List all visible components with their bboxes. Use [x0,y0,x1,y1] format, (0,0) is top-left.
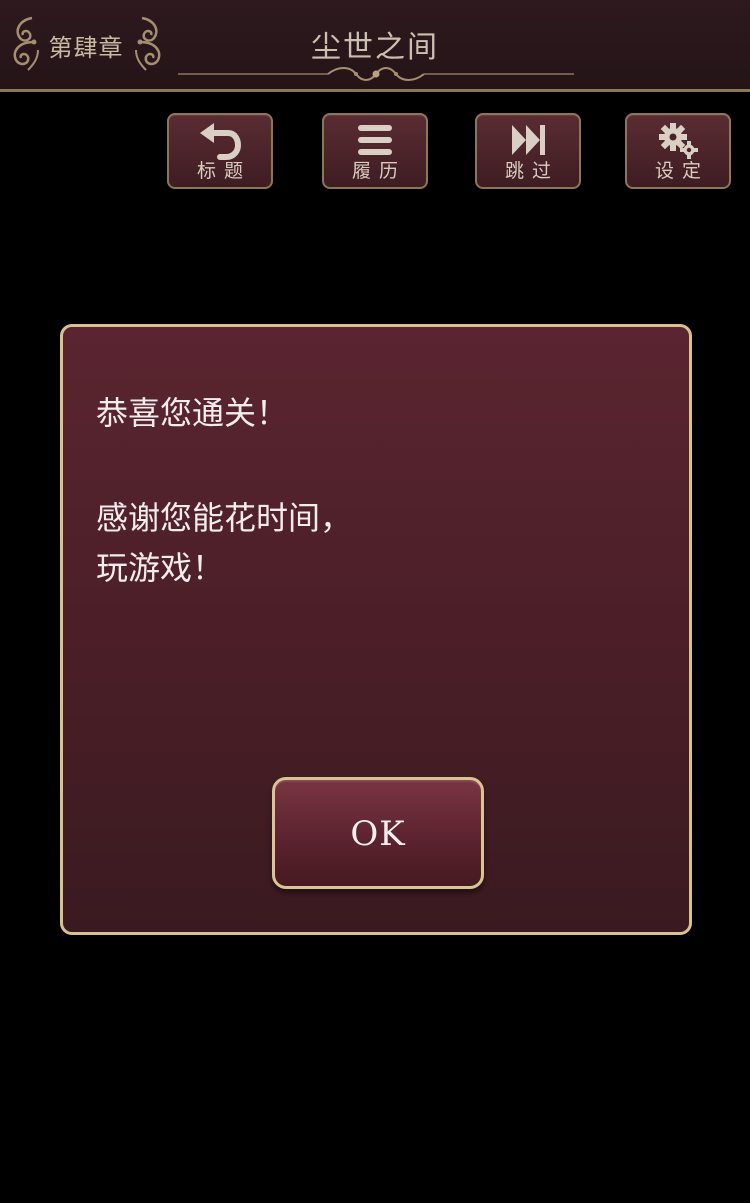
ok-button[interactable]: OK [272,777,484,889]
fast-forward-icon [512,125,545,155]
menu-lines-icon [358,125,392,155]
chapter-label: 第肆章 [48,34,124,62]
settings-button[interactable]: 设定 [625,113,731,189]
title-button-label: 标题 [196,160,251,182]
skip-button-label: 跳过 [504,160,559,182]
completion-dialog: 恭喜您通关！ 感谢您能花时间， 玩游戏！ OK [60,324,692,935]
title-divider-ornament [178,67,574,81]
ok-button-label: OK [350,814,406,854]
settings-button-label: 设定 [654,160,709,182]
header-bar: 第肆章 尘世之间 [0,0,750,92]
title-button[interactable]: 标题 [167,113,273,189]
dialog-message-thanks: 感谢您能花时间， [96,499,353,537]
history-button-label: 履历 [351,160,406,182]
undo-arrow-icon [200,123,242,160]
ornament-right-icon [135,16,161,71]
dialog-message-play: 玩游戏！ [96,549,225,587]
history-button[interactable]: 履历 [322,113,428,189]
ornament-left-icon [13,16,39,71]
skip-button[interactable]: 跳过 [475,113,581,189]
gears-icon [659,123,698,159]
dialog-message-congrats: 恭喜您通关！ [96,394,289,432]
chapter-indicator: 第肆章 [0,12,172,74]
